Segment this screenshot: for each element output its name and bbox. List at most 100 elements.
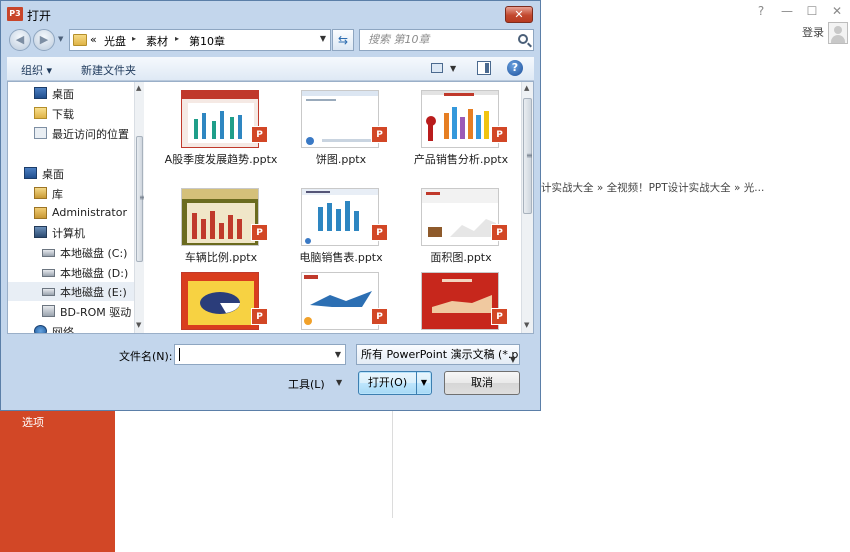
cancel-button[interactable]: 取消	[444, 371, 520, 395]
back-button[interactable]: ◀	[9, 29, 31, 51]
view-dropdown-icon[interactable]: ▼	[450, 64, 456, 73]
scroll-up-icon[interactable]: ▲	[136, 84, 141, 92]
help-icon[interactable]: ?	[754, 4, 768, 18]
file-thumbnail	[301, 272, 379, 330]
scrollbar-thumb[interactable]: ≡	[136, 136, 144, 262]
backstage-divider	[392, 410, 393, 518]
dialog-footer: 文件名(N): ▼ 所有 PowerPoint 演示文稿 (*.p ▼ 工具(L…	[1, 337, 540, 410]
scroll-up-icon[interactable]: ▲	[524, 84, 529, 92]
organize-button[interactable]: 组织 ▾	[21, 62, 52, 78]
refresh-button[interactable]: ⇆	[332, 29, 354, 51]
file-list: P A股季度发展趋势.pptx P 饼图.pptx P 产品销售分析.pptx	[145, 82, 521, 333]
computer-icon	[34, 226, 47, 238]
powerpoint-file-icon: P	[371, 308, 388, 325]
file-type-dropdown-icon[interactable]: ▼	[510, 350, 516, 364]
help-icon[interactable]: ?	[507, 60, 523, 76]
file-thumbnail	[421, 90, 499, 148]
recent-places-icon	[34, 127, 47, 139]
avatar[interactable]	[828, 22, 848, 44]
file-list-scrollbar[interactable]: ▲ ≡ ▼	[521, 82, 533, 333]
powerpoint-file-icon: P	[371, 126, 388, 143]
file-thumbnail	[181, 188, 259, 246]
filename-label: 文件名(N):	[119, 350, 173, 363]
scroll-down-icon[interactable]: ▼	[524, 321, 529, 329]
filename-input[interactable]: ▼	[174, 344, 346, 365]
dialog-close-button[interactable]: ✕	[505, 6, 533, 23]
nav-pane-scrollbar[interactable]: ▲ ≡ ▼	[134, 82, 144, 333]
drive-icon	[42, 269, 55, 277]
nav-item-label: 最近访问的位置	[52, 128, 129, 141]
tools-dropdown-icon[interactable]: ▼	[336, 378, 342, 387]
nav-item-downloads[interactable]: 下载	[8, 104, 134, 123]
nav-item-desktop[interactable]: 桌面	[8, 164, 134, 183]
file-item[interactable]: P 电脑销售表.pptx	[283, 180, 399, 270]
file-name: 电脑销售表.pptx	[299, 251, 383, 264]
login-link[interactable]: 登录	[802, 24, 824, 40]
search-placeholder: 搜索 第10章	[368, 33, 430, 46]
search-icon[interactable]	[518, 34, 528, 44]
file-name: 产品销售分析.pptx	[413, 153, 509, 166]
nav-item-administrator[interactable]: Administrator	[8, 204, 134, 223]
minimize-icon[interactable]: —	[780, 4, 794, 18]
window-close-icon[interactable]: ✕	[830, 4, 844, 18]
desktop-icon	[24, 167, 37, 179]
nav-item-drive-e[interactable]: 本地磁盘 (E:)	[8, 282, 134, 301]
maximize-icon[interactable]: ☐	[805, 4, 819, 18]
nav-item-label: 桌面	[42, 168, 64, 181]
address-segment-materials[interactable]: 素材	[146, 33, 168, 49]
powerpoint-file-icon: P	[491, 224, 508, 241]
command-bar: 组织 ▾ 新建文件夹 ▼ ?	[7, 57, 534, 81]
address-dropdown-icon[interactable]: ▼	[320, 34, 326, 43]
file-item[interactable]: P A股季度发展趋势.pptx	[163, 82, 279, 172]
download-folder-icon	[34, 107, 47, 119]
scroll-down-icon[interactable]: ▼	[136, 321, 141, 329]
file-thumbnail	[421, 272, 499, 330]
file-item[interactable]: P 产品销售分析.pptx	[403, 82, 519, 172]
file-type-select[interactable]: 所有 PowerPoint 演示文稿 (*.p ▼	[356, 344, 520, 365]
file-item[interactable]: P 饼图.pptx	[283, 82, 399, 172]
search-input[interactable]: 搜索 第10章	[359, 29, 534, 51]
file-item[interactable]: P	[163, 264, 279, 333]
address-segment-chapter[interactable]: 第10章	[189, 33, 225, 49]
file-item[interactable]: P	[283, 264, 399, 333]
address-bar[interactable]: « 光盘 ▸ 素材 ▸ 第10章 ▼	[69, 29, 331, 51]
forward-button[interactable]: ▶	[33, 29, 55, 51]
scrollbar-thumb[interactable]: ≡	[523, 98, 533, 214]
tools-button[interactable]: 工具(L)	[288, 376, 325, 392]
dialog-titlebar[interactable]: P3 打开 ✕	[1, 1, 540, 27]
nav-item-library[interactable]: 库	[8, 184, 134, 203]
filename-dropdown-icon[interactable]: ▼	[335, 350, 341, 359]
file-item[interactable]: P 面积图.pptx	[403, 180, 519, 270]
recent-path[interactable]: 计实战大全 » 全视频！PPT设计实战大全 » 光...	[541, 180, 764, 195]
powerpoint-file-icon: P	[491, 308, 508, 325]
open-button[interactable]: 打开(O) ▼	[358, 371, 432, 395]
nav-item-label: 网络	[52, 326, 74, 333]
history-dropdown-icon[interactable]: ▼	[58, 35, 63, 43]
address-row: ◀ ▶ ▼ « 光盘 ▸ 素材 ▸ 第10章 ▼ ⇆ 搜索 第10章	[1, 27, 540, 55]
nav-item-label: 本地磁盘 (D:)	[60, 267, 129, 280]
preview-pane-icon[interactable]	[477, 61, 491, 75]
address-segment-disc[interactable]: 光盘	[104, 33, 126, 49]
nav-item-computer[interactable]: 计算机	[8, 223, 134, 242]
file-item[interactable]: P 车辆比例.pptx	[163, 180, 279, 270]
nav-item-network[interactable]: 网络	[8, 322, 134, 333]
powerpoint-file-icon: P	[251, 308, 268, 325]
new-folder-button[interactable]: 新建文件夹	[81, 62, 136, 78]
file-name: 车辆比例.pptx	[184, 251, 258, 264]
file-item[interactable]: P	[403, 264, 519, 333]
change-view-icon[interactable]	[431, 63, 443, 73]
powerpoint-app-icon: P3	[7, 7, 23, 21]
nav-item-bd-rom[interactable]: BD-ROM 驱动	[8, 302, 134, 321]
file-name: A股季度发展趋势.pptx	[164, 153, 278, 166]
nav-item-label: 本地磁盘 (E:)	[60, 286, 127, 299]
nav-item-desktop-fav[interactable]: 桌面	[8, 84, 134, 103]
file-thumbnail	[181, 272, 259, 330]
backstage-options-item[interactable]: 选项	[22, 414, 44, 430]
nav-item-drive-c[interactable]: 本地磁盘 (C:)	[8, 243, 134, 262]
nav-item-drive-d[interactable]: 本地磁盘 (D:)	[8, 263, 134, 282]
nav-item-recent-places[interactable]: 最近访问的位置	[8, 124, 134, 143]
address-separator[interactable]: ▸	[132, 34, 136, 43]
address-overflow[interactable]: «	[90, 33, 97, 46]
open-dropdown-icon[interactable]: ▼	[416, 372, 431, 394]
address-separator[interactable]: ▸	[175, 34, 179, 43]
